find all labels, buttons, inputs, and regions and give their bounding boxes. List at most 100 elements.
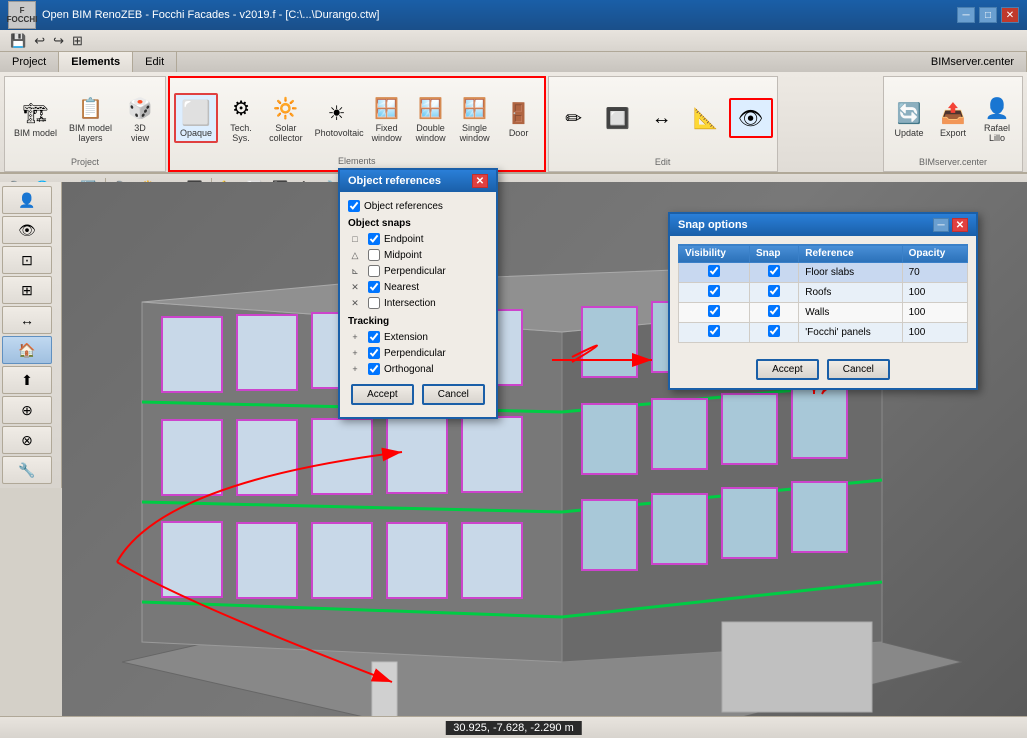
perpendicular-checkbox[interactable]: [368, 265, 380, 277]
tab-elements[interactable]: Elements: [59, 52, 133, 72]
walls-visibility-checkbox[interactable]: [708, 305, 720, 317]
floor-slabs-snap-checkbox[interactable]: [768, 265, 780, 277]
tech-sys-button[interactable]: ⚙ Tech.Sys.: [220, 89, 262, 147]
sidebar-person-button[interactable]: 👤: [2, 186, 52, 214]
sidebar-move-button[interactable]: ↔: [2, 306, 52, 334]
object-references-checkbox[interactable]: [348, 200, 360, 212]
save-button[interactable]: 💾: [8, 33, 28, 49]
fixed-window-button[interactable]: 🪟 Fixedwindow: [366, 89, 408, 147]
table-row: 'Focchi' panels 100: [679, 323, 968, 343]
pencil-icon: ✏: [558, 102, 590, 134]
sidebar-home-button[interactable]: 🏠: [2, 336, 52, 364]
tech-sys-label: Tech.Sys.: [230, 124, 252, 144]
3d-view-icon: 🎲: [124, 92, 156, 124]
close-button[interactable]: ✕: [1001, 7, 1019, 23]
app-title: Open BIM RenoZEB - Focchi Facades - v201…: [42, 9, 379, 21]
move-button[interactable]: ↔: [641, 99, 683, 137]
double-window-button[interactable]: 🪟 Doublewindow: [410, 89, 452, 147]
object-references-accept-button[interactable]: Accept: [351, 384, 414, 405]
tech-sys-icon: ⚙: [225, 92, 257, 124]
view-button[interactable]: 👁: [729, 98, 773, 138]
object-references-main-row: Object references: [348, 200, 488, 212]
perpendicular-label: Perpendicular: [384, 266, 446, 277]
snap-endpoint-row: □ Endpoint: [348, 232, 488, 246]
tracking-perpendicular-checkbox[interactable]: [368, 347, 380, 359]
sidebar-grid-button[interactable]: ⊡: [2, 246, 52, 274]
snap-options-accept-button[interactable]: Accept: [756, 359, 819, 380]
intersection-checkbox[interactable]: [368, 297, 380, 309]
midpoint-label: Midpoint: [384, 250, 422, 261]
walls-opacity-cell: 100: [902, 303, 967, 323]
frame-button[interactable]: 🔲: [597, 99, 639, 137]
export-button[interactable]: 📤 Export: [932, 94, 974, 142]
single-window-icon: 🪟: [459, 92, 491, 124]
floor-slabs-opacity-cell: 70: [902, 263, 967, 283]
bim-model-button[interactable]: 🏗 BIM model: [9, 94, 62, 142]
snap-options-dialog: Snap options ─ ✕ Visibility Snap Referen…: [668, 212, 978, 390]
bim-model-layers-label: BIM modellayers: [69, 124, 112, 144]
3d-view-label: 3Dview: [131, 124, 149, 144]
bim-model-layers-button[interactable]: 📋 BIM modellayers: [64, 89, 117, 147]
sidebar-add-button[interactable]: ⊕: [2, 396, 52, 424]
snap-options-minimize-button[interactable]: ─: [933, 218, 949, 232]
door-button[interactable]: 🚪 Door: [498, 94, 540, 142]
tab-project[interactable]: Project: [0, 52, 59, 72]
sidebar-remove-button[interactable]: ⊗: [2, 426, 52, 454]
endpoint-checkbox[interactable]: [368, 233, 380, 245]
tracking-perpendicular-label: Perpendicular: [384, 348, 446, 359]
update-button[interactable]: 🔄 Update: [888, 94, 930, 142]
tab-bimserver[interactable]: BIMserver.center: [919, 52, 1027, 72]
orthogonal-checkbox[interactable]: [368, 363, 380, 375]
3d-view-button[interactable]: 🎲 3Dview: [119, 89, 161, 147]
snap-options-win-buttons: ─ ✕: [933, 218, 968, 232]
sidebar-box-button[interactable]: ⊞: [2, 276, 52, 304]
sidebar-wrench-button[interactable]: 🔧: [2, 456, 52, 484]
snap-options-close-button[interactable]: ✕: [952, 218, 968, 232]
floor-slabs-visibility-checkbox[interactable]: [708, 265, 720, 277]
focchi-panels-visibility-cell: [679, 323, 750, 343]
ribbon: Project Elements Edit BIMserver.center 🏗…: [0, 52, 1027, 174]
sidebar-eye-button[interactable]: 👁: [2, 216, 52, 244]
options-button[interactable]: ⊞: [70, 33, 85, 49]
tracking-extension-row: + Extension: [348, 330, 488, 344]
object-references-cancel-button[interactable]: Cancel: [422, 384, 485, 405]
sidebar-up-button[interactable]: ⬆: [2, 366, 52, 394]
extension-checkbox[interactable]: [368, 331, 380, 343]
export-icon: 📤: [937, 97, 969, 129]
minimize-button[interactable]: ─: [957, 7, 975, 23]
pencil-button[interactable]: ✏: [553, 99, 595, 137]
photovoltaic-icon: ☀: [321, 97, 353, 129]
nearest-checkbox[interactable]: [368, 281, 380, 293]
endpoint-icon: □: [348, 232, 362, 246]
focchi-panels-visibility-checkbox[interactable]: [708, 325, 720, 337]
floor-slabs-visibility-cell: [679, 263, 750, 283]
photovoltaic-button[interactable]: ☀ Photovoltaic: [310, 94, 364, 142]
tab-edit[interactable]: Edit: [133, 52, 177, 72]
redo-button[interactable]: ↪: [51, 33, 66, 49]
ribbon-tabs: Project Elements Edit BIMserver.center: [0, 52, 1027, 72]
single-window-button[interactable]: 🪟 Singlewindow: [454, 89, 496, 147]
opaque-button[interactable]: ⬜ Opaque: [174, 93, 218, 143]
roofs-visibility-checkbox[interactable]: [708, 285, 720, 297]
midpoint-checkbox[interactable]: [368, 249, 380, 261]
bim-model-layers-icon: 📋: [75, 92, 107, 124]
update-icon: 🔄: [893, 97, 925, 129]
user-button[interactable]: 👤 RafaelLillo: [976, 89, 1018, 147]
ribbon-group-elements: ⬜ Opaque ⚙ Tech.Sys. 🔆 Solarcollector ☀ …: [168, 76, 546, 172]
solar-collector-button[interactable]: 🔆 Solarcollector: [264, 89, 308, 147]
maximize-button[interactable]: □: [979, 7, 997, 23]
object-references-close-button[interactable]: ✕: [472, 174, 488, 188]
object-references-buttons: Accept Cancel: [348, 384, 488, 411]
walls-snap-checkbox[interactable]: [768, 305, 780, 317]
snap-options-cancel-button[interactable]: Cancel: [827, 359, 890, 380]
measure-button[interactable]: 📐: [685, 99, 727, 137]
roofs-snap-checkbox[interactable]: [768, 285, 780, 297]
solar-collector-icon: 🔆: [270, 92, 302, 124]
door-label: Door: [509, 129, 529, 139]
object-references-dialog: Object references ✕ Object references Ob…: [338, 168, 498, 419]
undo-button[interactable]: ↩: [32, 33, 47, 49]
coordinates-display: 30.925, -7.628, -2.290 m: [445, 721, 581, 735]
reference-header: Reference: [799, 245, 902, 263]
ribbon-group-project-label: Project: [71, 157, 99, 169]
focchi-panels-snap-checkbox[interactable]: [768, 325, 780, 337]
